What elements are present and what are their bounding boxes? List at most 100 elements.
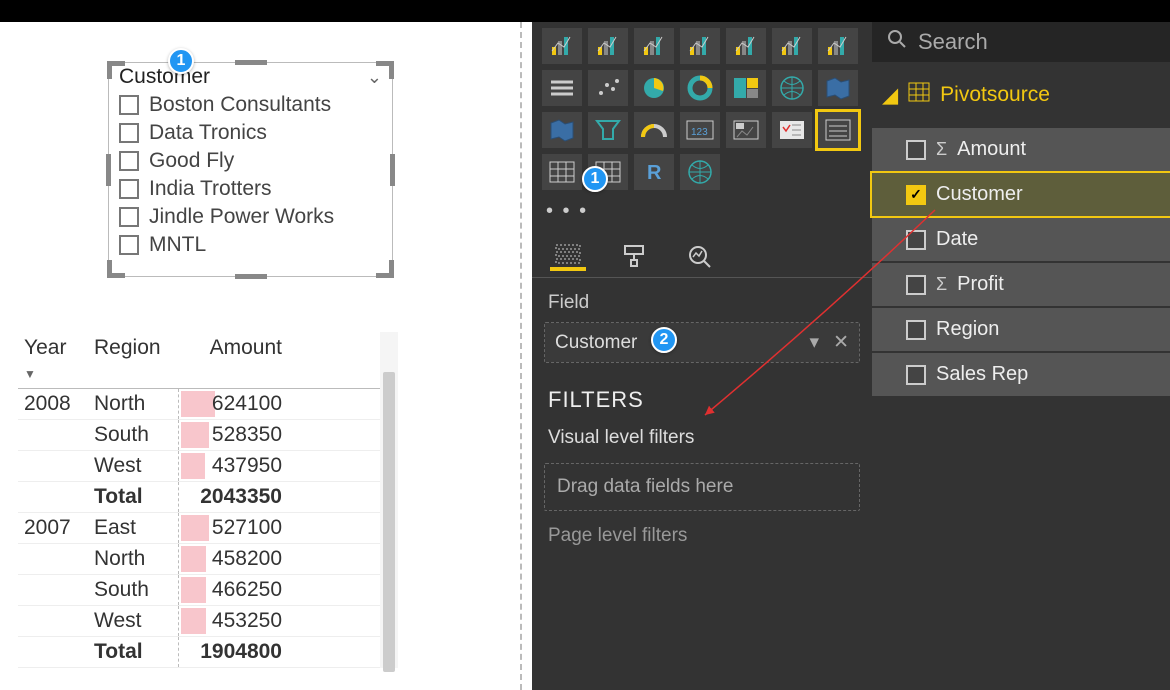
slicer-item[interactable]: Data Tronics	[117, 119, 384, 147]
cell-amount: 1904800	[178, 637, 288, 667]
format-tab[interactable]	[616, 241, 652, 271]
field-checkbox[interactable]	[906, 320, 926, 340]
analytics-tab[interactable]	[682, 241, 718, 271]
resize-handle-right[interactable]	[390, 154, 395, 186]
field-section-label: Field	[532, 278, 872, 322]
treemap-icon[interactable]	[726, 70, 766, 106]
slicer-header[interactable]: Customer ⌄	[109, 63, 392, 89]
column-header-year[interactable]: Year ▼	[18, 332, 88, 388]
resize-handle-top-right[interactable]	[376, 61, 394, 79]
clustered-column-icon[interactable]	[818, 28, 858, 64]
cell-amount: 458200	[178, 544, 288, 574]
kpi-visual-icon[interactable]	[726, 112, 766, 148]
field-checkbox[interactable]	[906, 140, 926, 160]
gauge-chart-icon[interactable]	[634, 112, 674, 148]
field-row-sales-rep[interactable]: Sales Rep	[872, 353, 1170, 396]
checkbox[interactable]	[119, 95, 139, 115]
resize-handle-bottom[interactable]	[235, 274, 267, 279]
field-checkbox[interactable]	[906, 230, 926, 250]
arcgis-visual-icon[interactable]	[680, 154, 720, 190]
fields-search[interactable]: Search	[872, 22, 1170, 62]
table-row[interactable]: West437950	[18, 451, 398, 482]
column-header-amount[interactable]: Amount	[178, 332, 288, 388]
checkbox[interactable]	[119, 179, 139, 199]
sigma-icon: Σ	[936, 139, 947, 160]
cell-year: 2007	[18, 513, 88, 543]
resize-handle-top[interactable]	[235, 60, 267, 65]
checkbox[interactable]	[119, 235, 139, 255]
column-header-region[interactable]: Region	[88, 332, 178, 388]
table-row[interactable]: West453250	[18, 606, 398, 637]
slicer-list-icon[interactable]	[542, 70, 582, 106]
field-chip-customer[interactable]: Customer ▾ ✕ 2	[545, 323, 859, 362]
checkbox[interactable]	[119, 123, 139, 143]
fields-panel: Search ◢ Pivotsource Σ Amount ✓Customer Dat…	[872, 22, 1170, 690]
slicer-item[interactable]: Boston Consultants	[117, 91, 384, 119]
table-header-row: Year ▼ Region Amount	[18, 332, 398, 389]
table-row[interactable]: 2008North624100	[18, 389, 398, 420]
waterfall-chart-icon[interactable]	[726, 28, 766, 64]
table-row[interactable]: Total2043350	[18, 482, 398, 513]
slicer-visual-type-icon[interactable]	[818, 112, 858, 148]
field-label: Amount	[957, 138, 1026, 161]
pie-chart-icon[interactable]	[634, 70, 674, 106]
more-visuals-button[interactable]: • • •	[532, 196, 872, 227]
panel-splitter[interactable]	[520, 22, 532, 690]
slicer-visual[interactable]: Customer ⌄ Boston ConsultantsData Tronic…	[108, 62, 393, 277]
checkbox[interactable]	[119, 207, 139, 227]
chevron-down-icon[interactable]: ▾	[810, 331, 820, 354]
funnel-chart-icon[interactable]	[588, 112, 628, 148]
table-row[interactable]: South466250	[18, 575, 398, 606]
scroll-thumb[interactable]	[383, 372, 395, 672]
expand-collapse-icon[interactable]: ◢	[882, 83, 898, 108]
combo-chart-icon[interactable]	[634, 28, 674, 64]
donut-chart-icon[interactable]	[680, 70, 720, 106]
ribbon-chart-icon[interactable]	[680, 28, 720, 64]
slicer-item[interactable]: Good Fly	[117, 147, 384, 175]
field-checkbox[interactable]	[906, 275, 926, 295]
svg-text:R: R	[647, 162, 662, 184]
resize-handle-bottom-left[interactable]	[107, 260, 125, 278]
slicer-item-label: MNTL	[149, 233, 206, 257]
field-checkbox[interactable]: ✓	[906, 185, 926, 205]
checkbox[interactable]	[119, 151, 139, 171]
visual-level-filters-label: Visual level filters	[532, 421, 872, 455]
field-row-customer[interactable]: ✓Customer	[872, 173, 1170, 216]
matrix-visual[interactable]: Year ▼ Region Amount 2008North624100Sout…	[18, 332, 398, 668]
field-row-profit[interactable]: ΣProfit	[872, 263, 1170, 306]
field-row-amount[interactable]: Σ Amount	[872, 128, 1170, 171]
shape-map-icon[interactable]	[542, 112, 582, 148]
field-row-region[interactable]: Region	[872, 308, 1170, 351]
fields-tab[interactable]	[550, 241, 586, 271]
filled-map-icon[interactable]	[818, 70, 858, 106]
table-node-pivotsource[interactable]: ◢ Pivotsource	[872, 62, 1170, 128]
vertical-scrollbar[interactable]	[380, 332, 398, 668]
remove-field-button[interactable]: ✕	[833, 331, 849, 354]
scatter-chart-icon[interactable]	[588, 70, 628, 106]
table-visual-icon[interactable]	[542, 154, 582, 190]
field-label: Sales Rep	[936, 363, 1028, 386]
slicer-item[interactable]: Jindle Power Works	[117, 203, 384, 231]
slicer-item[interactable]: MNTL	[117, 231, 384, 259]
table-row[interactable]: South528350	[18, 420, 398, 451]
field-well[interactable]: Customer ▾ ✕ 2	[544, 322, 860, 363]
slicer-item[interactable]: India Trotters	[117, 175, 384, 203]
scatter-compare-icon[interactable]	[772, 28, 812, 64]
r-script-visual-icon[interactable]: R	[634, 154, 674, 190]
field-label: Date	[936, 228, 978, 251]
resize-handle-bottom-right[interactable]	[376, 260, 394, 278]
field-row-date[interactable]: Date	[872, 218, 1170, 261]
resize-handle-left[interactable]	[106, 154, 111, 186]
map-visual-icon[interactable]	[772, 70, 812, 106]
visual-filter-dropzone[interactable]: Drag data fields here	[544, 463, 860, 511]
fields-list: Σ Amount ✓Customer Date ΣProfitRegion Sales R…	[872, 128, 1170, 396]
card-number-icon[interactable]: 123	[680, 112, 720, 148]
table-row[interactable]: North458200	[18, 544, 398, 575]
multi-row-card-icon[interactable]	[772, 112, 812, 148]
resize-handle-top-left[interactable]	[107, 61, 125, 79]
area-stacked-icon[interactable]	[542, 28, 582, 64]
table-row[interactable]: 2007East527100	[18, 513, 398, 544]
table-row[interactable]: Total1904800	[18, 637, 398, 668]
line-chart-icon[interactable]	[588, 28, 628, 64]
field-checkbox[interactable]	[906, 365, 926, 385]
